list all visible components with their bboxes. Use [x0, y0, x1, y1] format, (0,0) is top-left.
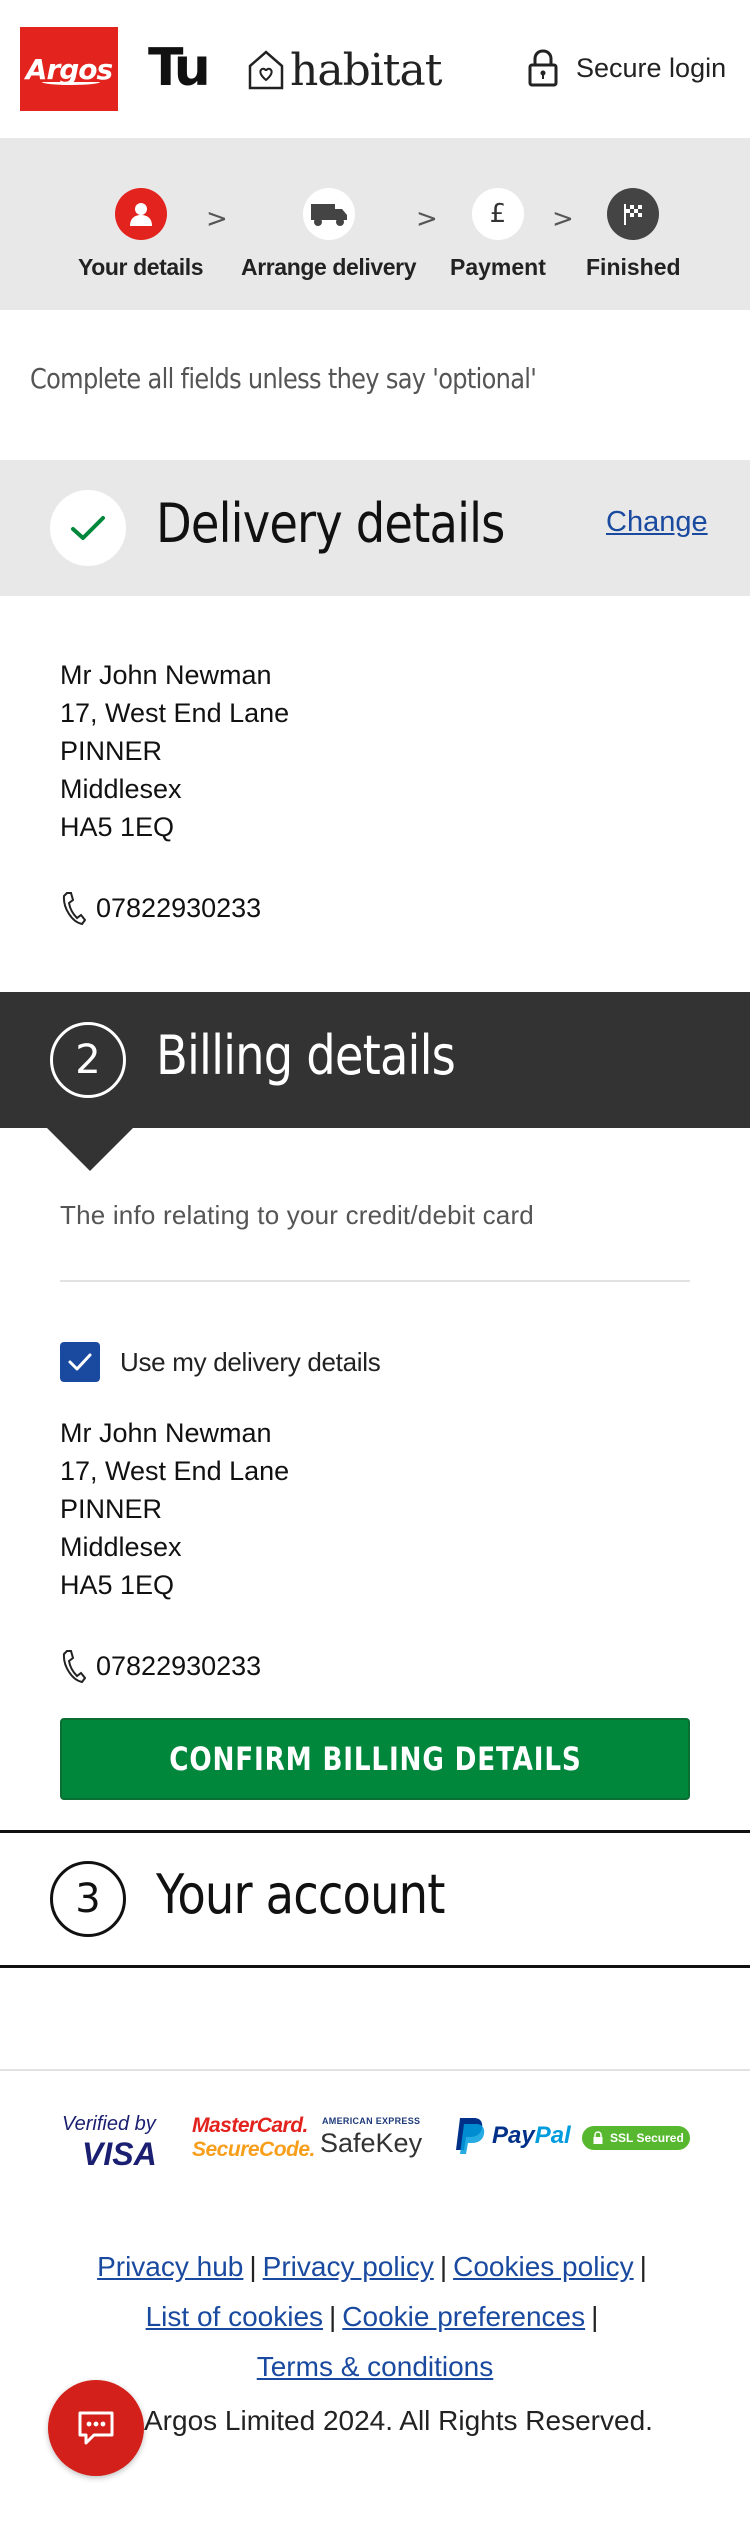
- terms-conditions-link[interactable]: Terms & conditions: [257, 2351, 494, 2382]
- footer-divider: [0, 2069, 750, 2071]
- delivery-phone: 07822930233: [60, 890, 261, 926]
- argos-swoosh: [42, 79, 100, 85]
- step-label: Finished: [586, 254, 681, 280]
- link-separator: |: [639, 2251, 647, 2282]
- step-finished: Finished: [586, 188, 681, 281]
- footer-links: Privacy hub | Privacy policy | Cookies polic…: [0, 2242, 750, 2392]
- divider: [60, 1280, 690, 1282]
- list-of-cookies-link[interactable]: List of cookies: [146, 2301, 323, 2332]
- checkmark-icon: [68, 1353, 92, 1371]
- address-line: PINNER: [60, 736, 163, 766]
- address-line: HA5 1EQ: [60, 812, 175, 842]
- secure-login: Secure login: [526, 48, 726, 88]
- mastercard-logo: MasterCard.: [192, 2114, 308, 2137]
- confirm-billing-details-button[interactable]: CONFIRM BILLING DETAILS: [60, 1718, 690, 1800]
- link-separator: |: [591, 2301, 599, 2332]
- link-separator: |: [329, 2301, 337, 2332]
- step-label: Your details: [78, 254, 204, 280]
- argos-logo[interactable]: Argos: [20, 27, 118, 111]
- billing-address: Mr John Newman 17, West End Lane PINNER …: [60, 1414, 289, 1604]
- your-account-title: Your account: [156, 1863, 445, 1926]
- delivery-details-title: Delivery details: [156, 492, 505, 555]
- cookies-policy-link[interactable]: Cookies policy: [453, 2251, 634, 2282]
- step-number-badge: 2: [50, 1022, 126, 1098]
- habitat-logo-text: habitat: [290, 44, 442, 96]
- verified-by-visa-logo: Verified by: [62, 2113, 156, 2135]
- paypal-pay: Pay: [492, 2122, 535, 2149]
- use-delivery-details-checkbox[interactable]: [60, 1342, 100, 1382]
- your-account-header: 3 Your account: [0, 1830, 750, 1968]
- privacy-policy-link[interactable]: Privacy policy: [263, 2251, 434, 2282]
- privacy-hub-link[interactable]: Privacy hub: [97, 2251, 243, 2282]
- copyright-text: Argos Limited 2024. All Rights Reserved.: [144, 2405, 653, 2436]
- step-arrange-delivery: Arrange delivery: [241, 188, 417, 281]
- amex-logo: AMERICAN EXPRESS: [322, 2116, 421, 2126]
- delivery-address: Mr John Newman 17, West End Lane PINNER …: [60, 656, 289, 846]
- confirm-billing-details-label: CONFIRM BILLING DETAILS: [168, 1740, 582, 1778]
- step-label: Payment: [450, 254, 546, 280]
- step-separator: >: [206, 204, 228, 234]
- paypal-wordmark: PayPal: [492, 2122, 571, 2150]
- billing-details-header: 2 Billing details: [0, 992, 750, 1128]
- phone-icon: [62, 892, 86, 926]
- address-line: HA5 1EQ: [60, 1570, 175, 1600]
- step-your-details: Your details: [78, 188, 204, 281]
- billing-info-text: The info relating to your credit/debit c…: [60, 1200, 534, 1230]
- lock-icon: [593, 2131, 603, 2144]
- pound-icon: £: [471, 188, 524, 240]
- tu-logo[interactable]: Tu: [148, 40, 211, 96]
- person-icon: [114, 188, 167, 240]
- habitat-logo[interactable]: habitat: [246, 42, 442, 98]
- habitat-house-icon: [248, 50, 284, 90]
- secure-login-label: Secure login: [576, 52, 727, 83]
- address-line: Mr John Newman: [60, 1418, 272, 1448]
- securecode-logo: SecureCode.: [192, 2138, 315, 2161]
- required-fields-hint: Complete all fields unless they say 'opt…: [30, 362, 537, 395]
- delivery-details-header: Delivery details Change: [0, 460, 750, 596]
- checkout-progress: Your details > Arrange delivery > £ Paym…: [0, 138, 750, 310]
- billing-details-title: Billing details: [156, 1024, 456, 1087]
- paypal-icon: [456, 2118, 485, 2154]
- address-line: Middlesex: [60, 774, 182, 804]
- phone-icon: [62, 1650, 86, 1684]
- cookie-preferences-link[interactable]: Cookie preferences: [342, 2301, 585, 2332]
- paypal-pal: Pal: [534, 2122, 571, 2149]
- padlock-icon: [528, 49, 558, 87]
- address-line: 17, West End Lane: [60, 1456, 290, 1486]
- change-delivery-link[interactable]: Change: [606, 506, 708, 539]
- step-payment: £ Payment: [450, 188, 546, 281]
- step-number-badge: 3: [50, 1861, 126, 1937]
- chat-icon: [78, 2411, 114, 2445]
- safekey-logo: SafeKey: [320, 2128, 423, 2158]
- link-separator: |: [439, 2251, 448, 2282]
- payment-logos: Verified by VISA MasterCard. SecureCode.…: [0, 2110, 750, 2172]
- phone-number: 07822930233: [96, 1650, 262, 1681]
- address-line: PINNER: [60, 1494, 163, 1524]
- step-separator: >: [552, 204, 574, 234]
- site-header: Argos Tu habitat Secure login: [0, 0, 750, 138]
- step-label: Arrange delivery: [241, 254, 417, 280]
- link-separator: |: [249, 2251, 257, 2282]
- ssl-secured-badge: SSL Secured: [582, 2126, 690, 2150]
- flag-icon: [607, 188, 660, 240]
- visa-logo: VISA: [82, 2136, 157, 2172]
- section-pointer: [46, 1127, 134, 1171]
- truck-icon: [302, 188, 355, 240]
- billing-phone: 07822930233: [60, 1648, 261, 1684]
- chat-button[interactable]: [48, 2380, 144, 2476]
- paypal-logo: PayPal: [452, 2116, 571, 2156]
- address-line: Mr John Newman: [60, 660, 272, 690]
- address-line: 17, West End Lane: [60, 698, 290, 728]
- ssl-secured-label: SSL Secured: [610, 2131, 684, 2145]
- step-separator: >: [416, 204, 438, 234]
- address-line: Middlesex: [60, 1532, 182, 1562]
- checkmark-icon: [50, 490, 126, 566]
- use-delivery-details-option[interactable]: Use my delivery details: [60, 1342, 381, 1382]
- phone-number: 07822930233: [96, 892, 262, 923]
- use-delivery-details-label[interactable]: Use my delivery details: [120, 1347, 381, 1378]
